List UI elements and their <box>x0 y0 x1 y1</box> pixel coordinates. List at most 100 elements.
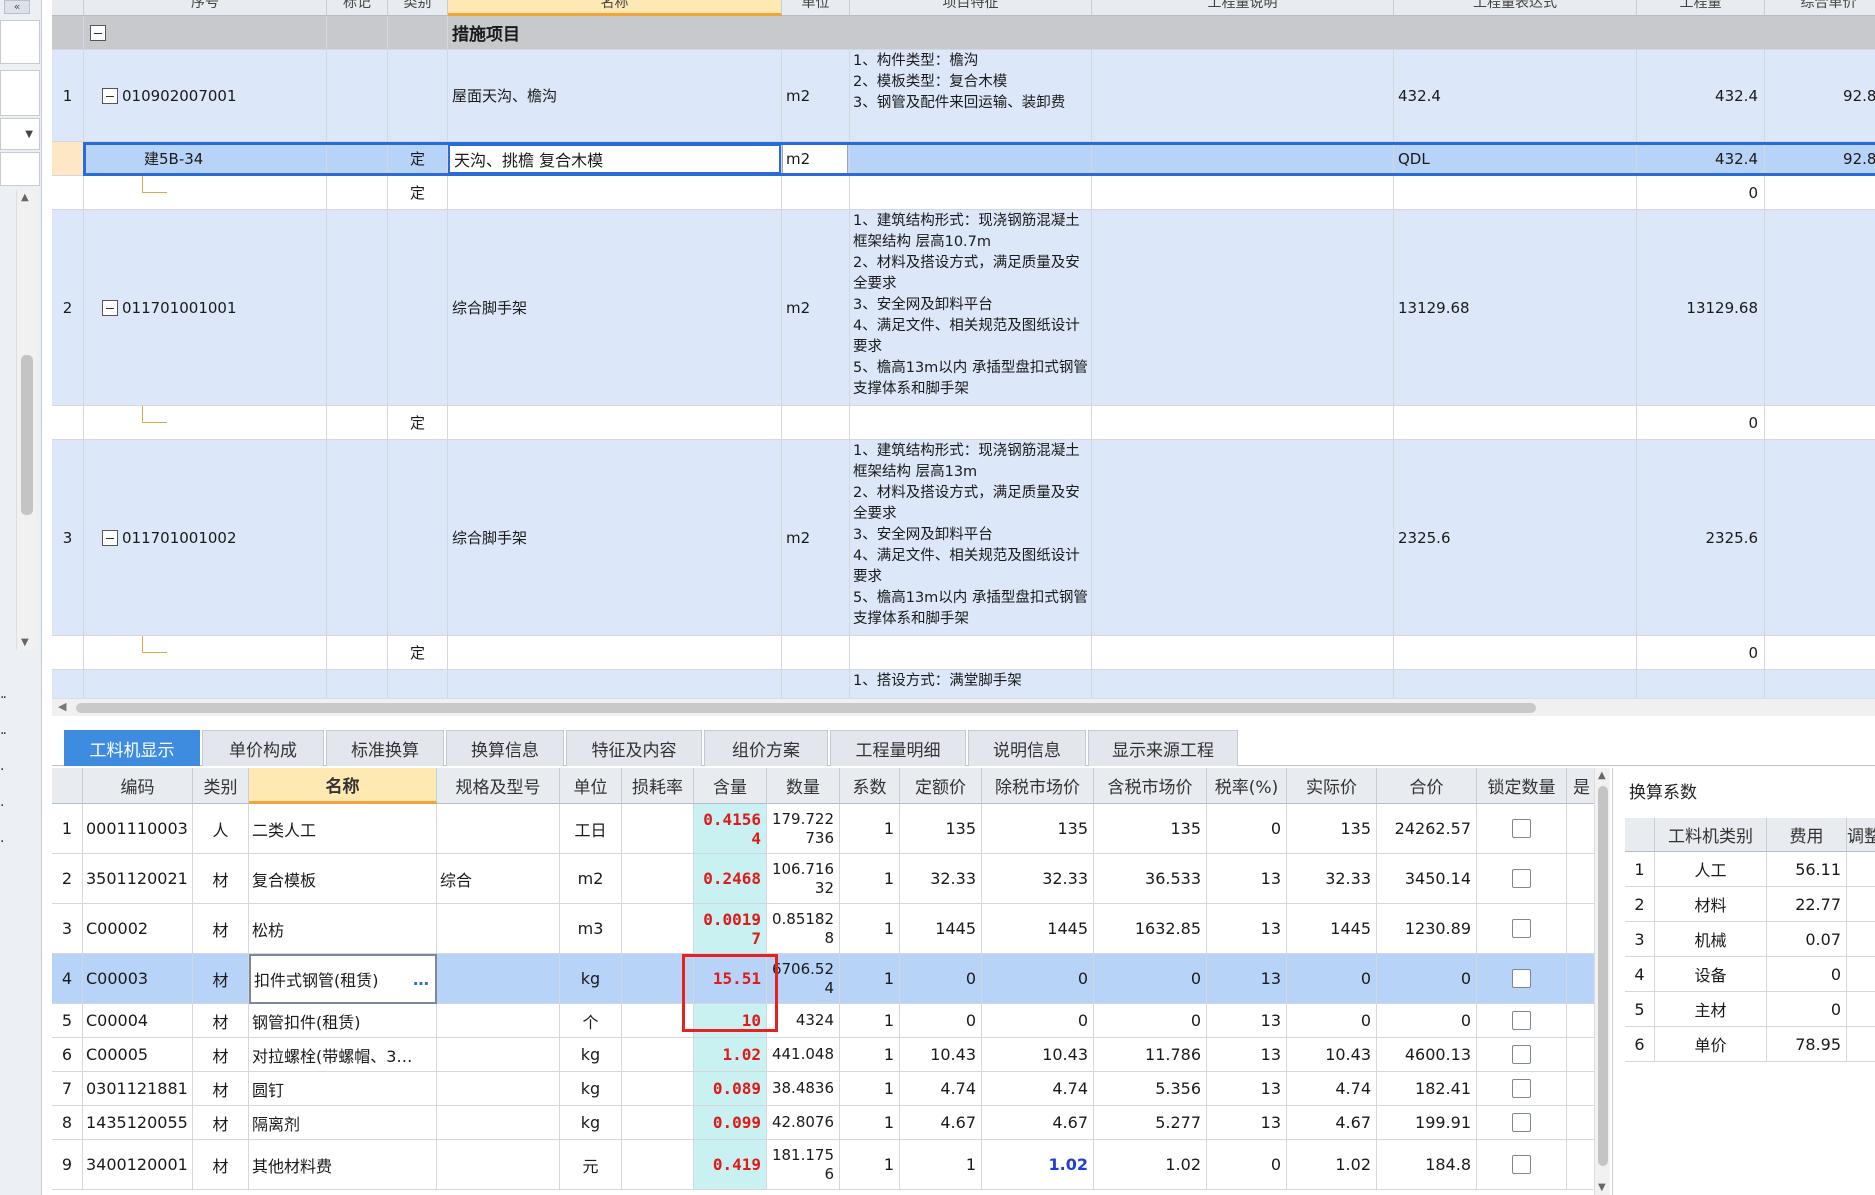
top-grid-horizontal-scrollbar[interactable]: ◀ <box>52 698 1875 716</box>
table-row[interactable]: 1、搭设方式：满堂脚手架 <box>52 670 1875 698</box>
loss-rate[interactable] <box>622 1072 694 1106</box>
item-features[interactable]: 1、搭设方式：满堂脚手架 <box>850 670 1092 698</box>
column-header-type[interactable]: 类别 <box>193 768 249 804</box>
resource-unit[interactable]: m2 <box>560 854 622 904</box>
ex-tax-price[interactable]: 1445 <box>982 904 1094 954</box>
table-row[interactable]: 3 C00002 材松枋 m3 0.0019 7 0.85182 8 1 1445 1445 1632… <box>52 904 1607 954</box>
item-name[interactable]: 屋面天沟、檐沟 <box>448 50 782 142</box>
yes-flag[interactable] <box>1567 1004 1597 1038</box>
column-header-mark[interactable]: 标记 <box>327 0 388 16</box>
more-icon[interactable]: · <box>0 762 5 778</box>
quantity[interactable]: 13129.68 <box>1637 210 1765 406</box>
scroll-down-icon[interactable]: ▼ <box>1598 1182 1606 1193</box>
adjust-cell[interactable] <box>1847 1027 1875 1062</box>
column-header-name[interactable]: 名称 <box>249 768 437 804</box>
quantity-value[interactable]: 179.722 736 <box>767 804 840 854</box>
table-row[interactable]: 定 0 0 <box>52 176 1875 210</box>
left-panel-dropdown[interactable]: ▼ <box>0 118 40 150</box>
ex-tax-price[interactable]: 135 <box>982 804 1094 854</box>
yes-flag[interactable] <box>1567 1106 1597 1140</box>
yes-flag[interactable] <box>1567 1038 1597 1072</box>
resource-name[interactable]: 隔离剂 <box>249 1106 437 1140</box>
tax-rate[interactable]: 13 <box>1207 1072 1287 1106</box>
resource-spec[interactable] <box>437 1004 560 1038</box>
quota-price[interactable]: 1 <box>900 1140 982 1190</box>
resource-code[interactable]: 0301121881 <box>83 1072 193 1106</box>
quantity-value[interactable]: 4324 <box>767 1004 840 1038</box>
column-header-cost[interactable]: 费用 <box>1767 818 1847 852</box>
scrollbar-thumb[interactable] <box>1598 786 1608 1166</box>
quota-price[interactable]: 135 <box>900 804 982 854</box>
quantity-value[interactable]: 42.8076 <box>767 1106 840 1140</box>
table-row[interactable]: 6 C00005 材对拉螺栓(带螺帽、3… kg 1.02 441.048 1 10.43 10… <box>52 1038 1607 1072</box>
table-row[interactable]: 8 1435120055 材隔离剂 kg 0.099 42.8076 1 4.67 4.67 5.… <box>52 1106 1607 1140</box>
column-header-lock-qty[interactable]: 锁定数量 <box>1477 768 1567 804</box>
tab-description[interactable]: 说明信息 <box>968 730 1086 766</box>
column-header-unit-price[interactable]: 综合单价 <box>1765 0 1875 16</box>
resource-name[interactable]: 其他材料费 <box>249 1140 437 1190</box>
tax-rate[interactable]: 13 <box>1207 904 1287 954</box>
lock-qty-checkbox[interactable] <box>1512 1045 1531 1064</box>
table-row-selected[interactable]: 4 C00003 材扣件式钢管(租赁)… kg 15.51 6706.52 4 1 0 0 0 13 0… <box>52 954 1607 1004</box>
qty-expression[interactable]: 13129.68 <box>1394 210 1637 406</box>
collapse-icon[interactable] <box>102 87 118 104</box>
coefficient-row[interactable]: 4 设备 0 <box>1625 957 1875 992</box>
lock-qty-checkbox[interactable] <box>1512 969 1531 988</box>
resource-spec[interactable] <box>437 1140 560 1190</box>
coefficient[interactable]: 1 <box>840 804 900 854</box>
loss-rate[interactable] <box>622 1106 694 1140</box>
resource-unit[interactable]: 个 <box>560 1004 622 1038</box>
table-row[interactable]: 1 0001110003 人二类人工 工日 0.4156 4 179.722 736 1 135 1… <box>52 804 1607 854</box>
item-unit[interactable]: m2 <box>782 210 850 406</box>
scrollbar-thumb[interactable] <box>76 703 1536 713</box>
group-row[interactable]: 措施项目 <box>52 16 1875 50</box>
in-tax-price[interactable]: 0 <box>1094 954 1207 1004</box>
resource-spec[interactable] <box>437 954 560 1004</box>
quota-price[interactable]: 0 <box>900 954 982 1004</box>
actual-price[interactable]: 4.74 <box>1287 1072 1377 1106</box>
total-price[interactable]: 182.41 <box>1377 1072 1477 1106</box>
collapse-icon[interactable] <box>102 299 118 316</box>
tax-rate[interactable]: 13 <box>1207 1106 1287 1140</box>
adjust-cell[interactable] <box>1847 992 1875 1027</box>
ex-tax-price[interactable]: 0 <box>982 954 1094 1004</box>
in-tax-price[interactable]: 11.786 <box>1094 1038 1207 1072</box>
loss-rate[interactable] <box>622 1038 694 1072</box>
tab-labor-material-machine[interactable]: 工料机显示 <box>64 730 200 766</box>
column-header-features[interactable]: 项目特征 <box>850 0 1092 16</box>
total-price[interactable]: 3450.14 <box>1377 854 1477 904</box>
table-row[interactable]: 7 0301121881 材圆钉 kg 0.089 38.4836 1 4.74 4.74 5.3… <box>52 1072 1607 1106</box>
resource-unit[interactable]: 元 <box>560 1140 622 1190</box>
column-header-total[interactable]: 合价 <box>1377 768 1477 804</box>
quota-code[interactable]: 建5B-34 <box>84 142 327 176</box>
in-tax-price[interactable]: 0 <box>1094 1004 1207 1038</box>
quantity[interactable]: 432.4 <box>1637 50 1765 142</box>
coefficient-row[interactable]: 2 材料 22.77 <box>1625 887 1875 922</box>
tab-standard-conversion[interactable]: 标准换算 <box>326 730 444 766</box>
tax-rate[interactable]: 0 <box>1207 804 1287 854</box>
lock-qty-checkbox[interactable] <box>1512 1155 1531 1174</box>
resource-spec[interactable]: 综合 <box>437 854 560 904</box>
in-tax-price[interactable]: 1.02 <box>1094 1140 1207 1190</box>
quantity-value[interactable]: 0.85182 8 <box>767 904 840 954</box>
column-header-unit[interactable]: 单位 <box>560 768 622 804</box>
resource-name[interactable]: 复合模板 <box>249 854 437 904</box>
yes-flag[interactable] <box>1567 904 1597 954</box>
column-header-quantity[interactable]: 数量 <box>767 768 840 804</box>
qty-expression[interactable]: 2325.6 <box>1394 440 1637 636</box>
resource-unit[interactable]: kg <box>560 1038 622 1072</box>
table-row[interactable]: 2 3501120021 材复合模板 综合 m2 0.2468 106.716 32 1 32.3… <box>52 854 1607 904</box>
quantity-value[interactable]: 106.716 32 <box>767 854 840 904</box>
resource-name[interactable]: 圆钉 <box>249 1072 437 1106</box>
resource-name[interactable]: 二类人工 <box>249 804 437 854</box>
resource-unit[interactable]: m3 <box>560 904 622 954</box>
in-tax-price[interactable]: 5.356 <box>1094 1072 1207 1106</box>
tax-rate[interactable]: 0 <box>1207 1140 1287 1190</box>
qty-expression[interactable]: QDL <box>1394 142 1637 176</box>
actual-price[interactable]: 10.43 <box>1287 1038 1377 1072</box>
ex-tax-price[interactable]: 4.67 <box>982 1106 1094 1140</box>
in-tax-price[interactable]: 36.533 <box>1094 854 1207 904</box>
quota-price[interactable]: 0 <box>900 1004 982 1038</box>
loss-rate[interactable] <box>622 954 694 1004</box>
in-tax-price[interactable]: 5.277 <box>1094 1106 1207 1140</box>
